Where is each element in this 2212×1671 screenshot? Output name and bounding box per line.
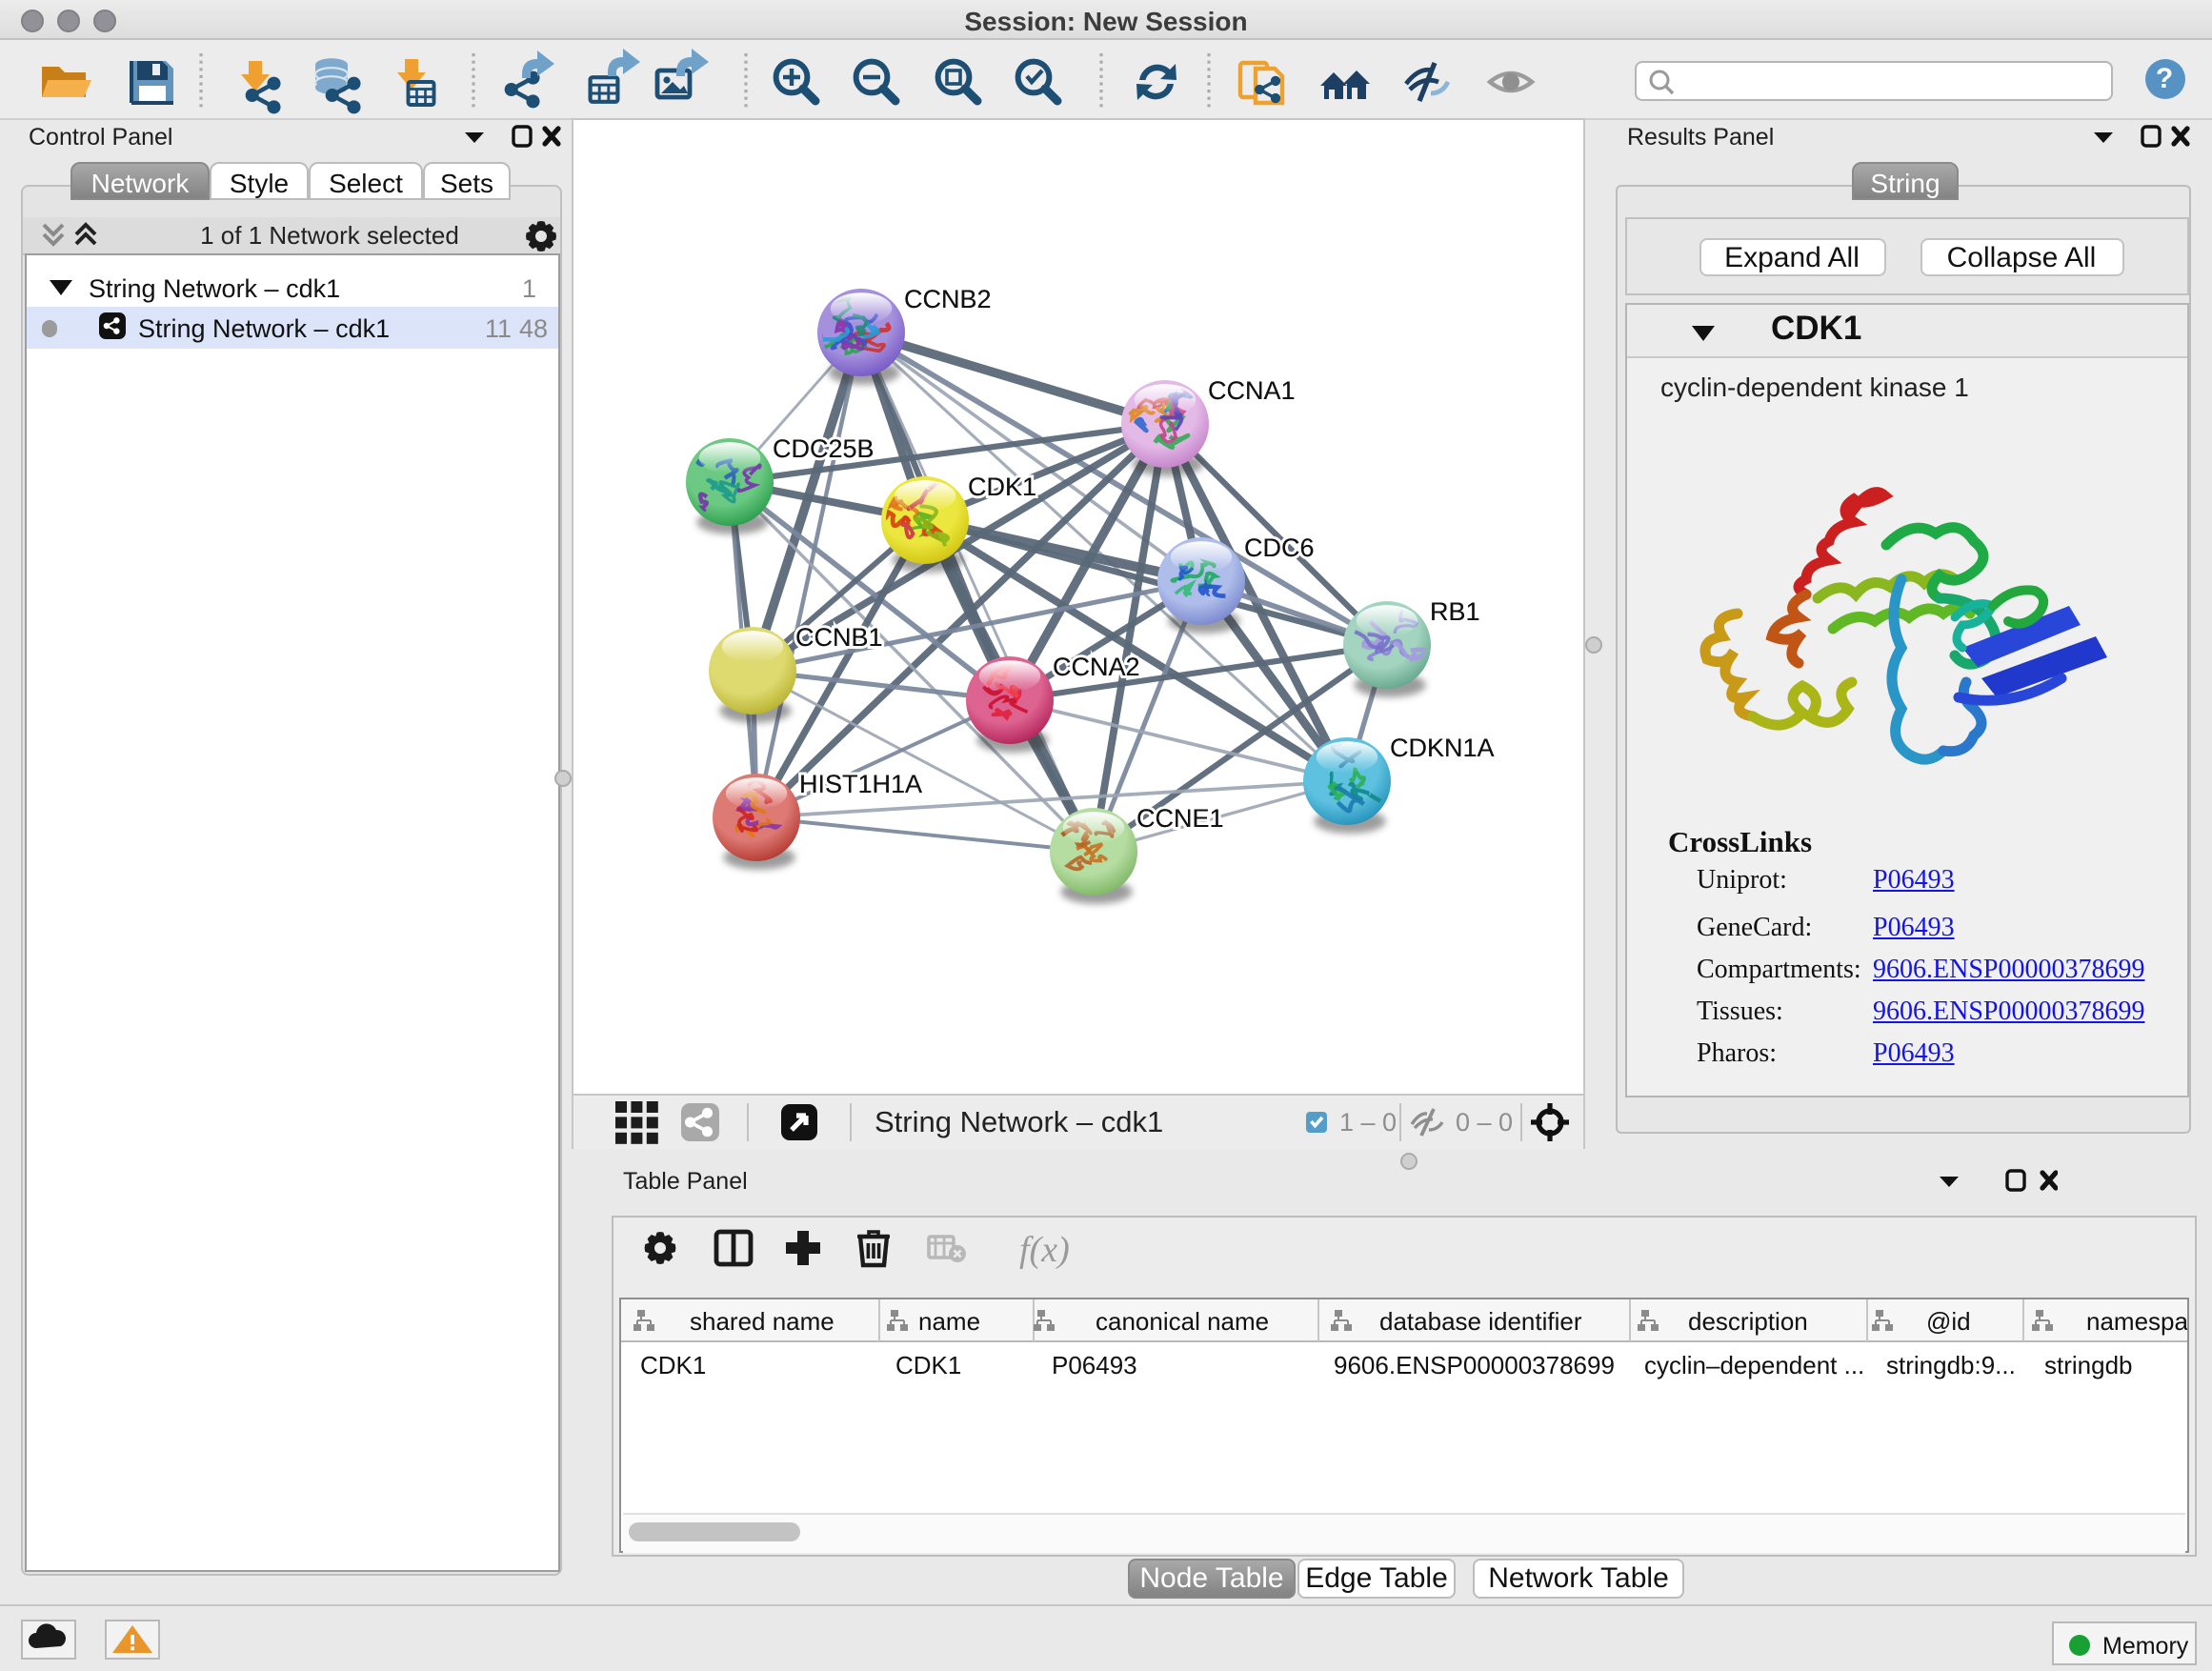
svg-text:String Network – cdk1: String Network – cdk1 [875, 1105, 1163, 1138]
svg-text:CCNB1: CCNB1 [795, 623, 883, 652]
svg-text:CDC25B: CDC25B [773, 434, 875, 463]
svg-text:CCNA1: CCNA1 [1208, 376, 1296, 405]
svg-text:9606.ENSP00000378699: 9606.ENSP00000378699 [1334, 1351, 1615, 1379]
svg-text:stringdb: stringdb [2044, 1351, 2133, 1379]
svg-text:namespac: namespac [2086, 1307, 2187, 1336]
svg-text:name: name [918, 1307, 980, 1336]
svg-text:f(x): f(x) [1019, 1230, 1070, 1270]
svg-text:1 – 0: 1 – 0 [1339, 1108, 1397, 1137]
svg-text:stringdb:9...: stringdb:9... [1886, 1351, 2016, 1379]
svg-text:CCNA2: CCNA2 [1053, 653, 1140, 681]
svg-text:canonical name: canonical name [1096, 1307, 1269, 1336]
svg-text:description: description [1688, 1307, 1808, 1336]
svg-text:HIST1H1A: HIST1H1A [799, 770, 922, 798]
svg-text:CDC6: CDC6 [1244, 534, 1315, 562]
svg-text:CCNE1: CCNE1 [1136, 804, 1224, 833]
svg-text:0 – 0: 0 – 0 [1456, 1108, 1513, 1137]
svg-text:cyclin–dependent ...: cyclin–dependent ... [1644, 1351, 1864, 1379]
svg-text:CDK1: CDK1 [968, 473, 1036, 501]
svg-text:shared name: shared name [690, 1307, 835, 1336]
svg-text:database identifier: database identifier [1379, 1307, 1582, 1336]
svg-text:CDK1: CDK1 [895, 1351, 961, 1379]
svg-text:CDKN1A: CDKN1A [1390, 734, 1495, 762]
svg-text:P06493: P06493 [1052, 1351, 1137, 1379]
svg-text:@id: @id [1926, 1307, 1971, 1336]
svg-text:RB1: RB1 [1430, 597, 1480, 626]
svg-text:CDK1: CDK1 [640, 1351, 706, 1379]
svg-text:CCNB2: CCNB2 [904, 285, 992, 313]
